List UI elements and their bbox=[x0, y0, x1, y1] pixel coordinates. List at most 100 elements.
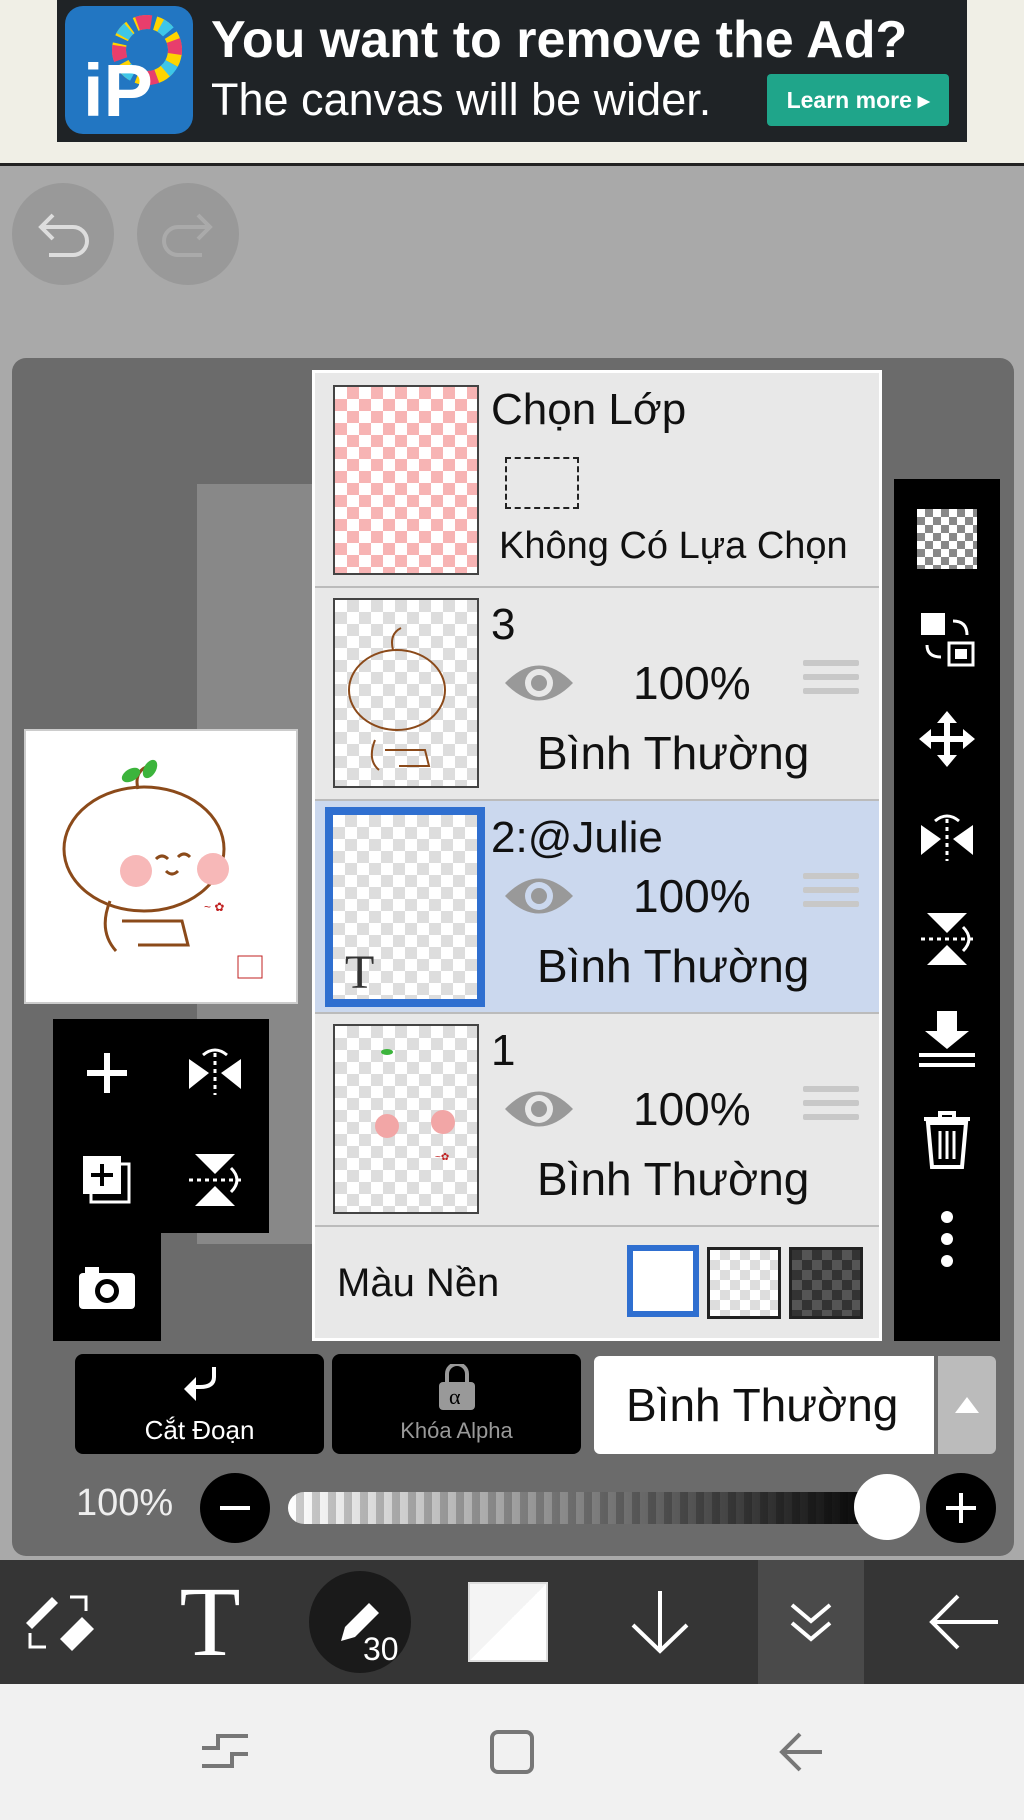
blend-mode-dropdown-button[interactable] bbox=[938, 1356, 996, 1454]
clip-label: Cắt Đoạn bbox=[144, 1414, 255, 1445]
alpha-lock-label: Khóa Alpha bbox=[400, 1418, 513, 1443]
layer-opacity: 100% bbox=[633, 657, 751, 709]
layer-opacity: 100% bbox=[633, 870, 751, 922]
brush-size-value: 30 bbox=[363, 1631, 399, 1667]
tool-switch-button[interactable] bbox=[10, 1560, 110, 1684]
opacity-slider-knob[interactable] bbox=[854, 1474, 920, 1540]
layer-tools-panel bbox=[53, 1019, 269, 1233]
undo-icon bbox=[38, 213, 89, 257]
swap-icon bbox=[921, 613, 975, 667]
canvas-preview: ~ ✿ bbox=[24, 729, 298, 1004]
opacity-decrease-button[interactable] bbox=[200, 1473, 270, 1543]
more-vertical-icon bbox=[941, 1211, 953, 1267]
duplicate-layer-icon bbox=[83, 1155, 131, 1203]
layer-panel-toggle-button[interactable] bbox=[758, 1560, 864, 1684]
text-tool-button[interactable]: T bbox=[160, 1560, 260, 1684]
svg-text:~✿: ~✿ bbox=[435, 1152, 449, 1163]
layer-thumbnail: T bbox=[325, 807, 485, 1007]
blend-mode-select[interactable]: Bình Thường bbox=[594, 1356, 934, 1454]
background-white-swatch[interactable] bbox=[627, 1245, 699, 1317]
background-color-row: Màu Nền bbox=[315, 1229, 879, 1338]
opacity-slider[interactable] bbox=[288, 1492, 888, 1524]
camera-icon bbox=[79, 1266, 135, 1309]
duplicate-layer-button[interactable] bbox=[53, 1126, 161, 1233]
svg-text:~ ✿: ~ ✿ bbox=[204, 900, 224, 914]
arrow-down-icon bbox=[631, 1591, 689, 1654]
layer-row[interactable]: 3 100% Bình Thường bbox=[315, 588, 879, 801]
alpha-lock-button[interactable]: α Khóa Alpha bbox=[332, 1354, 581, 1454]
layer-opacity: 100% bbox=[633, 1083, 751, 1135]
system-navigation-bar bbox=[0, 1684, 1024, 1820]
flip-vertical-button[interactable] bbox=[161, 1126, 269, 1233]
ibispaint-logo-icon: iP bbox=[65, 6, 193, 134]
redo-button[interactable] bbox=[137, 183, 239, 285]
character-drawing: ~ ✿ bbox=[62, 759, 263, 979]
brush-size-indicator: 30 bbox=[309, 1571, 411, 1673]
chevron-double-down-icon bbox=[790, 1603, 832, 1642]
drag-handle-icon[interactable] bbox=[803, 873, 859, 915]
background-transparent-swatch[interactable] bbox=[707, 1247, 781, 1319]
learn-more-button[interactable]: Learn more ▸ bbox=[767, 74, 949, 126]
merge-down-button[interactable] bbox=[894, 989, 1000, 1089]
redo-icon bbox=[162, 213, 213, 257]
color-button[interactable] bbox=[466, 1560, 550, 1684]
back-button[interactable] bbox=[914, 1560, 1014, 1684]
flip-vertical-icon bbox=[189, 1153, 241, 1206]
play-arrow-icon: ▸ bbox=[917, 86, 930, 113]
flip-horizontal-button[interactable] bbox=[161, 1019, 269, 1126]
layer-blend-mode: Bình Thường bbox=[537, 727, 810, 779]
undo-button[interactable] bbox=[12, 183, 114, 285]
opacity-value: 100% bbox=[76, 1482, 174, 1524]
clip-button[interactable]: Cắt Đoạn bbox=[75, 1354, 324, 1454]
import-photo-button[interactable] bbox=[53, 1233, 161, 1340]
selection-layer-row[interactable]: Chọn Lớp Không Có Lựa Chọn bbox=[315, 373, 879, 588]
svg-text:α: α bbox=[449, 1384, 461, 1409]
layer-row-selected[interactable]: T 2:@Julie 100% Bình Thường bbox=[315, 801, 879, 1014]
drag-handle-icon[interactable] bbox=[803, 660, 859, 702]
move-arrows-icon bbox=[919, 711, 975, 767]
add-layer-button[interactable] bbox=[53, 1019, 161, 1126]
flip-vertical-icon bbox=[921, 913, 973, 965]
layer-thumbnail bbox=[333, 598, 479, 788]
drag-handle-icon[interactable] bbox=[803, 1086, 859, 1128]
ad-title: You want to remove the Ad? bbox=[211, 11, 908, 69]
brush-button[interactable]: 30 bbox=[305, 1560, 415, 1684]
eye-icon[interactable] bbox=[501, 658, 577, 708]
back-nav-icon[interactable] bbox=[776, 1730, 826, 1774]
layer-down-button[interactable] bbox=[610, 1560, 710, 1684]
background-dark-swatch[interactable] bbox=[789, 1247, 863, 1319]
delete-layer-button[interactable] bbox=[894, 1089, 1000, 1189]
arrow-left-icon bbox=[929, 1594, 998, 1650]
flip-vertical-right-button[interactable] bbox=[894, 889, 1000, 989]
ad-banner[interactable]: iP You want to remove the Ad? The canvas… bbox=[57, 0, 967, 142]
background-color-label: Màu Nền bbox=[337, 1261, 500, 1305]
eye-icon[interactable] bbox=[501, 1084, 577, 1134]
opacity-increase-button[interactable] bbox=[926, 1473, 996, 1543]
recent-apps-icon[interactable] bbox=[198, 1732, 252, 1772]
ad-banner-area: iP You want to remove the Ad? The canvas… bbox=[0, 0, 1024, 166]
plus-icon bbox=[946, 1493, 976, 1523]
more-options-button[interactable] bbox=[894, 1189, 1000, 1289]
eye-icon[interactable] bbox=[501, 871, 577, 921]
layer-name: 2:@Julie bbox=[491, 813, 663, 862]
layer-name: 1 bbox=[491, 1026, 516, 1075]
minus-icon bbox=[220, 1506, 250, 1510]
ad-subtitle: The canvas will be wider. bbox=[211, 74, 712, 125]
learn-more-label: Learn more bbox=[786, 86, 912, 113]
layer-thumbnail: ~✿ bbox=[333, 1024, 479, 1214]
text-layer-icon: T bbox=[345, 946, 375, 999]
bottom-toolbar: T 30 bbox=[0, 1560, 1024, 1684]
alpha-lock-icon: α bbox=[438, 1364, 475, 1410]
plus-icon bbox=[87, 1052, 127, 1093]
selection-status: Không Có Lựa Chọn bbox=[499, 525, 848, 567]
flip-horizontal-right-button[interactable] bbox=[894, 789, 1000, 889]
layer-row[interactable]: ~✿ 1 100% Bình Thường bbox=[315, 1014, 879, 1227]
flip-horizontal-icon bbox=[189, 1048, 241, 1095]
swap-layers-button[interactable] bbox=[894, 589, 1000, 689]
triangle-up-icon bbox=[955, 1397, 979, 1413]
right-toolbar bbox=[894, 479, 1000, 1341]
transparency-button[interactable] bbox=[894, 489, 1000, 589]
home-icon[interactable] bbox=[488, 1728, 536, 1776]
clip-arrow-icon bbox=[183, 1366, 216, 1401]
move-button[interactable] bbox=[894, 689, 1000, 789]
